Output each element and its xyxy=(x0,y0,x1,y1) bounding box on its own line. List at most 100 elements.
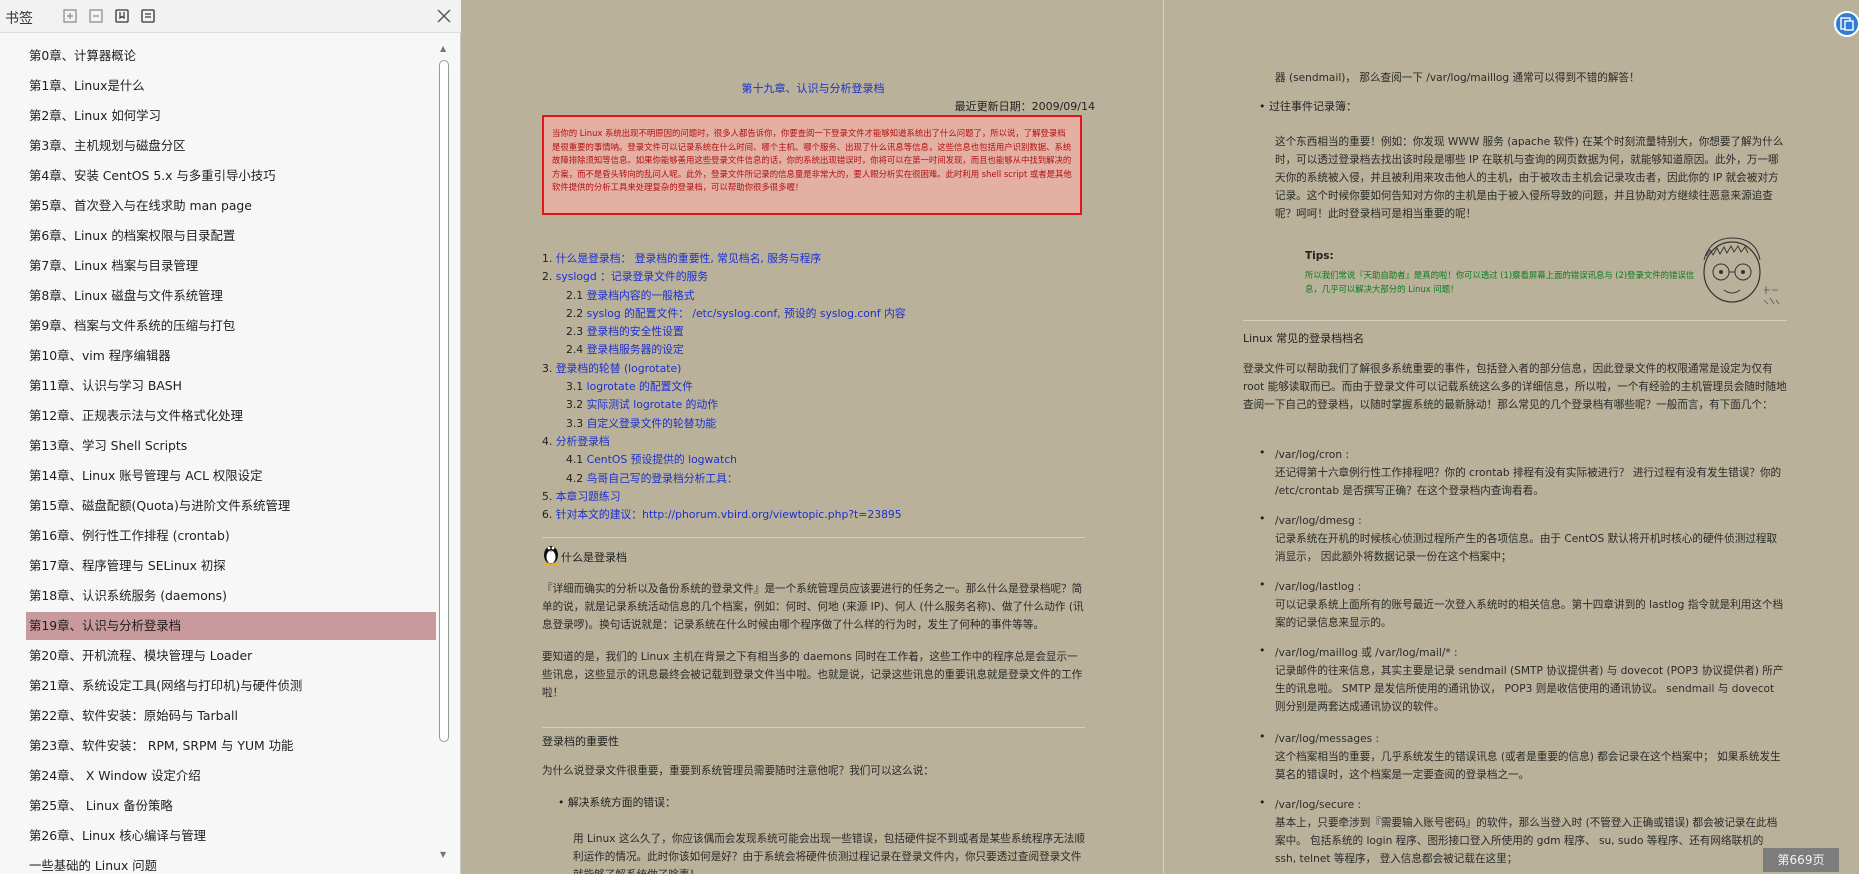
bookmark-item[interactable]: 第1章、Linux是什么 xyxy=(26,72,436,100)
toc-number: 3.2 xyxy=(566,398,587,412)
tips-box: Tips: 所以我们常说『天助自助者』是真的啦！你可以透过 (1)察看屏幕上面的… xyxy=(1275,230,1787,310)
bookmark-item[interactable]: 第22章、软件安装：原始码与 Tarball xyxy=(26,702,436,730)
toc-link[interactable]: 自定义登录文件的轮替功能 xyxy=(587,417,717,430)
toc-link[interactable]: logrotate 的配置文件 xyxy=(587,380,693,393)
bookmark-item[interactable]: 第18章、认识系统服务 (daemons) xyxy=(26,582,436,610)
cartoon-face-icon xyxy=(1703,237,1780,305)
logfile-description: 记录系统在开机的时候核心侦测过程所产生的各项信息。由于 CentOS 默认将开机… xyxy=(1275,533,1778,563)
toc-number: 1. xyxy=(542,252,556,265)
divider xyxy=(1243,320,1787,321)
toc-link[interactable]: 针对本文的建议：http://phorum.vbird.org/viewtopi… xyxy=(556,508,902,521)
bookmark-item[interactable]: 第25章、 Linux 备份策略 xyxy=(26,792,436,820)
bookmark-item[interactable]: 第11章、认识与学习 BASH xyxy=(26,372,436,400)
logfile-name: /var/log/messages : xyxy=(1275,733,1380,745)
bookmark-item[interactable]: 第9章、档案与文件系统的压缩与打包 xyxy=(26,312,436,340)
toc-link[interactable]: 登录档内容的一般格式 xyxy=(587,289,695,302)
bookmark-item[interactable]: 第0章、计算器概论 xyxy=(26,42,436,70)
bookmark-item[interactable]: 第8章、Linux 磁盘与文件系统管理 xyxy=(26,282,436,310)
bookmark-item[interactable]: 第2章、Linux 如何学习 xyxy=(26,102,436,130)
scroll-up-arrow-icon[interactable]: ▲ xyxy=(440,44,446,53)
penguin-icon xyxy=(544,546,558,565)
logfile-description: 还记得第十六章例行性工作排程吧？你的 crontab 排程有没有实际被进行？ 进… xyxy=(1275,467,1782,497)
reader-tool-button[interactable] xyxy=(1834,11,1859,37)
bookmark-item[interactable]: 第10章、vim 程序编辑器 xyxy=(26,342,436,370)
toc-entry[interactable]: 3.3 自定义登录文件的轮替功能 xyxy=(542,415,1102,433)
toc-entry[interactable]: 2.4 登录档服务器的设定 xyxy=(542,341,1102,359)
expand-all-icon[interactable] xyxy=(62,8,78,24)
bookmark-item[interactable]: 第6章、Linux 的档案权限与目录配置 xyxy=(26,222,436,250)
toc-link[interactable]: 什么是登录档： 登录档的重要性, 常见档名, 服务与程序 xyxy=(556,252,822,265)
bookmark-list: 第0章、计算器概论 第1章、Linux是什么 第2章、Linux 如何学习 第3章、主… xyxy=(0,42,438,874)
bookmark-item[interactable]: 一些基础的 Linux 问题 xyxy=(26,852,436,874)
toc-number: 3.3 xyxy=(566,416,587,430)
bookmark-item[interactable]: 第26章、Linux 核心编译与管理 xyxy=(26,822,436,850)
bookmark-item[interactable]: 第21章、系统设定工具(网络与打印机)与硬件侦测 xyxy=(26,672,436,700)
bookmark-item[interactable]: 第3章、主机规划与磁盘分区 xyxy=(26,132,436,160)
bookmark-item[interactable]: 第13章、学习 Shell Scripts xyxy=(26,432,436,460)
toc-link[interactable]: CentOS 预设提供的 logwatch xyxy=(587,453,737,466)
toc-number: 3. xyxy=(542,361,556,375)
scroll-down-arrow-icon[interactable]: ▼ xyxy=(440,850,446,859)
bookmark-item[interactable]: 第20章、开机流程、模块管理与 Loader xyxy=(26,642,436,670)
bookmark-item[interactable]: 第12章、正规表示法与文件格式化处理 xyxy=(26,402,436,430)
toc-entry[interactable]: 3.1 logrotate 的配置文件 xyxy=(542,378,1102,396)
page-number-indicator: 第669页 xyxy=(1763,848,1839,872)
toc-entry[interactable]: 4. 分析登录档 xyxy=(542,433,1102,451)
toc-entry[interactable]: 2. syslogd ：记录登录文件的服务 xyxy=(542,268,1102,286)
paragraph: 用 Linux 这么久了，你应该偶而会发现系统可能会出现一些错误，包括硬件捉不到… xyxy=(573,833,1085,874)
logfile-description: 记录邮件的往来信息，其实主要是记录 sendmail (SMTP 协议提供者) … xyxy=(1275,665,1784,713)
toc-link[interactable]: 鸟哥自己写的登录档分析工具： xyxy=(587,472,738,485)
bullet-text: 过往事件记录簿： xyxy=(1269,100,1357,113)
logfile-bullet: • xyxy=(1259,578,1266,591)
divider xyxy=(542,537,1085,538)
toc-entry[interactable]: 3. 登录档的轮替 (logrotate) xyxy=(542,360,1102,378)
page-left: 第十九章、认识与分析登录档 最近更新日期：2009/09/14 当你的 Linu… xyxy=(462,0,1164,874)
close-icon[interactable] xyxy=(435,7,453,25)
divider xyxy=(542,727,1085,728)
paragraph: 为什么说登录文件很重要，重要到系统管理员需要随时注意他呢？我们可以这么说： xyxy=(542,765,934,777)
toc-link[interactable]: syslog 的配置文件： /etc/syslog.conf, 预设的 sysl… xyxy=(587,307,906,320)
toc-link[interactable]: 分析登录档 xyxy=(556,435,610,448)
bookmark-panel: 书签 第0章、计算器概论 第1章、Linux是什么 第2章、Linux 如何学习 第3… xyxy=(0,0,461,874)
toc-entry[interactable]: 1. 什么是登录档： 登录档的重要性, 常见档名, 服务与程序 xyxy=(542,250,1102,268)
bookmark-item[interactable]: 第17章、程序管理与 SELinux 初探 xyxy=(26,552,436,580)
bookmark-item[interactable]: 第24章、 X Window 设定介绍 xyxy=(26,762,436,790)
document-view: 第十九章、认识与分析登录档 最近更新日期：2009/09/14 当你的 Linu… xyxy=(462,0,1859,874)
toc-entry[interactable]: 2.1 登录档内容的一般格式 xyxy=(542,287,1102,305)
bookmark-item[interactable]: 第5章、首次登入与在线求助 man page xyxy=(26,192,436,220)
bookmark-item[interactable]: 第16章、例行性工作排程 (crontab) xyxy=(26,522,436,550)
scrollbar-thumb[interactable] xyxy=(439,60,449,742)
toc-entry[interactable]: 4.1 CentOS 预设提供的 logwatch xyxy=(542,451,1102,469)
add-bookmark-icon[interactable] xyxy=(114,8,130,24)
reader-tool-icon xyxy=(1840,17,1854,31)
toc-entry[interactable]: 2.3 登录档的安全性设置 xyxy=(542,323,1102,341)
bookmark-item[interactable]: 第7章、Linux 档案与目录管理 xyxy=(26,252,436,280)
logfile-bullet: • xyxy=(1259,796,1266,809)
toc-number: 2.1 xyxy=(566,288,587,302)
toc-entry[interactable]: 3.2 实际测试 logrotate 的动作 xyxy=(542,396,1102,414)
logfile-bullet: • xyxy=(1259,730,1266,743)
toc-entry[interactable]: 4.2 鸟哥自己写的登录档分析工具： xyxy=(542,470,1102,488)
toc-link[interactable]: 登录档的轮替 (logrotate) xyxy=(556,362,682,375)
bookmark-item[interactable]: 第23章、软件安装： RPM, SRPM 与 YUM 功能 xyxy=(26,732,436,760)
toc-entry[interactable]: 6. 针对本文的建议：http://phorum.vbird.org/viewt… xyxy=(542,506,1102,524)
toc-link[interactable]: 登录档服务器的设定 xyxy=(587,343,684,356)
logfile-description: 基本上，只要牵涉到『需要输入账号密码』的软件，那么当登入时 (不管登入正确或错误… xyxy=(1275,817,1778,865)
collapse-all-icon[interactable] xyxy=(88,8,104,24)
bookmark-item[interactable]: 第4章、安装 CentOS 5.x 与多重引导小技巧 xyxy=(26,162,436,190)
logfile-bullet: • xyxy=(1259,446,1266,459)
bookmark-item[interactable]: 第15章、磁盘配额(Quota)与进阶文件系统管理 xyxy=(26,492,436,520)
toc-entry[interactable]: 2.2 syslog 的配置文件： /etc/syslog.conf, 预设的 … xyxy=(542,305,1102,323)
toc-link[interactable]: 登录档的安全性设置 xyxy=(587,325,684,338)
toc-link[interactable]: syslogd ：记录登录文件的服务 xyxy=(556,270,708,283)
bookmark-item[interactable]: 第19章、认识与分析登录档 xyxy=(26,612,436,640)
table-of-contents: 1. 什么是登录档： 登录档的重要性, 常见档名, 服务与程序 2. syslog… xyxy=(542,250,1102,524)
page-right: 器 (sendmail)， 那么查阅一下 /var/log/maillog 通常… xyxy=(1165,0,1859,874)
bookmark-options-icon[interactable] xyxy=(140,8,156,24)
toc-entry[interactable]: 5. 本章习题练习 xyxy=(542,488,1102,506)
bookmark-item[interactable]: 第14章、Linux 账号管理与 ACL 权限设定 xyxy=(26,462,436,490)
toc-link[interactable]: 本章习题练习 xyxy=(556,490,621,503)
logfile-description: 可以记录系统上面所有的账号最近一次登入系统时的相关信息。第十四章讲到的 last… xyxy=(1275,599,1784,629)
toc-number: 4.2 xyxy=(566,471,587,485)
toc-link[interactable]: 实际测试 logrotate 的动作 xyxy=(587,398,718,411)
